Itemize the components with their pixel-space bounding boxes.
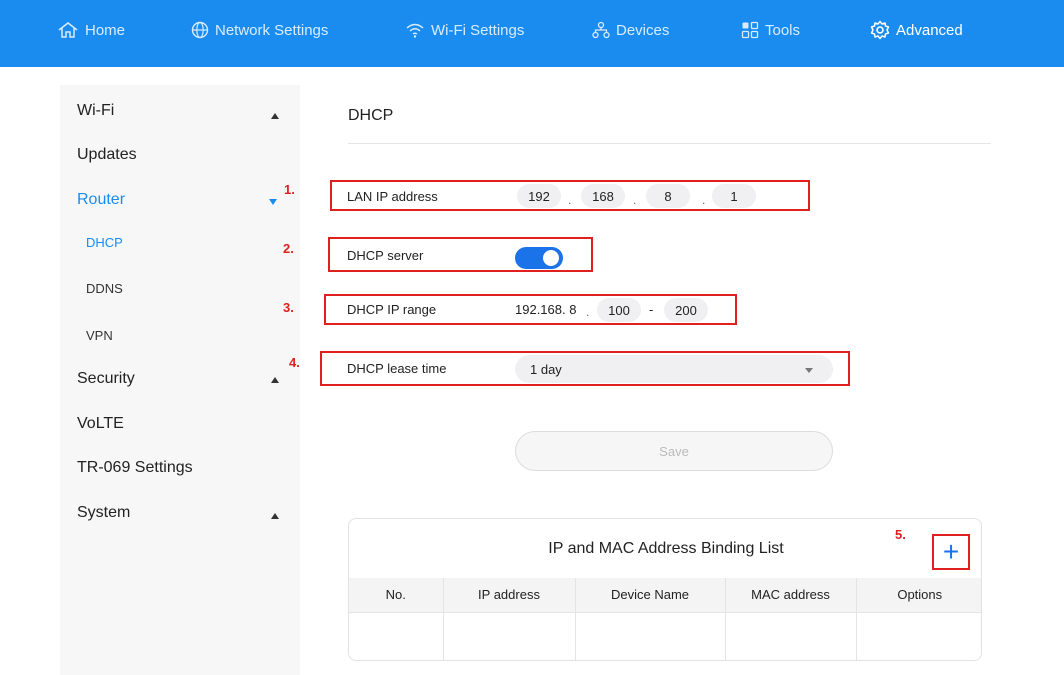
nav-devices-label: Devices — [616, 21, 670, 39]
top-nav-bar: Home Network Settings Wi-Fi Settings Dev… — [0, 0, 1064, 67]
lan-ip-label: LAN IP address — [347, 189, 438, 204]
sidebar-subitem-dhcp[interactable]: DHCP — [86, 235, 123, 250]
binding-table: No. IP address Device Name MAC address O… — [349, 578, 981, 660]
dhcp-server-label: DHCP server — [347, 248, 424, 263]
sidebar-item-tr069[interactable]: TR-069 Settings — [77, 459, 193, 477]
nav-advanced[interactable]: Advanced — [870, 0, 963, 60]
lan-ip-octet-4[interactable]: 1 — [712, 184, 756, 208]
dhcp-range-prefix: 192.168. 8 — [515, 302, 577, 317]
annotation-2: 2. — [283, 241, 294, 256]
save-button[interactable]: Save — [515, 431, 833, 471]
page-title: DHCP — [348, 107, 394, 124]
binding-list-title: IP and MAC Address Binding List — [548, 540, 784, 557]
nav-wifi-settings[interactable]: Wi-Fi Settings — [405, 0, 524, 60]
annotation-4: 4. — [289, 355, 300, 370]
annotation-3: 3. — [283, 300, 294, 315]
globe-icon — [191, 21, 209, 39]
nav-network-label: Network Settings — [215, 21, 329, 39]
table-header-row: No. IP address Device Name MAC address O… — [349, 578, 981, 612]
chevron-down-icon — [805, 368, 813, 373]
sidebar-subitem-vpn[interactable]: VPN — [86, 328, 113, 343]
col-device-name: Device Name — [574, 578, 725, 612]
nav-wifi-label: Wi-Fi Settings — [431, 21, 525, 39]
sidebar-item-system[interactable]: System — [77, 504, 130, 522]
lease-time-label: DHCP lease time — [347, 361, 447, 376]
sidebar-item-volte[interactable]: VoLTE — [77, 415, 124, 433]
col-ip-address: IP address — [442, 578, 575, 612]
annotation-1: 1. — [284, 182, 295, 197]
nav-home-label: Home — [85, 21, 126, 39]
nav-devices[interactable]: Devices — [592, 0, 669, 60]
nav-home[interactable]: Home — [57, 0, 125, 60]
binding-list-card: IP and MAC Address Binding List + No. IP… — [348, 518, 982, 661]
lan-ip-octet-1[interactable]: 192 — [517, 184, 561, 208]
sidebar-item-security[interactable]: Security — [77, 370, 135, 388]
range-separator: - — [649, 302, 654, 317]
col-options: Options — [855, 578, 981, 612]
col-no: No. — [349, 578, 443, 612]
chevron-up-icon[interactable] — [271, 113, 279, 119]
dhcp-range-end[interactable]: 200 — [664, 298, 708, 322]
lan-ip-octet-2[interactable]: 168 — [581, 184, 625, 208]
home-icon — [58, 22, 78, 38]
nav-network-settings[interactable]: Network Settings — [191, 0, 328, 60]
table-row-empty — [349, 611, 981, 660]
dhcp-server-toggle[interactable] — [515, 247, 563, 269]
tools-icon — [741, 21, 759, 39]
divider — [348, 143, 991, 144]
plus-icon: + — [942, 536, 960, 567]
sidebar: Wi-Fi Updates Router DHCP DDNS VPN Secur… — [60, 85, 300, 675]
lease-time-value: 1 day — [530, 361, 562, 377]
gear-icon — [870, 20, 890, 40]
wifi-icon — [406, 23, 424, 38]
chevron-up-icon[interactable] — [271, 513, 279, 519]
lan-ip-octet-3[interactable]: 8 — [646, 184, 690, 208]
col-mac-address: MAC address — [724, 578, 856, 612]
toggle-knob — [543, 250, 559, 266]
chevron-down-icon[interactable] — [269, 199, 277, 205]
devices-icon — [592, 21, 610, 39]
dhcp-range-label: DHCP IP range — [347, 302, 437, 317]
dhcp-range-start[interactable]: 100 — [597, 298, 641, 322]
sidebar-subitem-ddns[interactable]: DDNS — [86, 281, 123, 296]
chevron-up-icon[interactable] — [271, 377, 279, 383]
sidebar-item-wifi[interactable]: Wi-Fi — [77, 102, 114, 120]
lease-time-select[interactable]: 1 day — [515, 355, 833, 383]
sidebar-item-updates[interactable]: Updates — [77, 146, 137, 164]
nav-advanced-label: Advanced — [896, 21, 963, 39]
nav-tools-label: Tools — [765, 21, 801, 39]
nav-tools[interactable]: Tools — [741, 0, 800, 60]
sidebar-item-router[interactable]: Router — [77, 191, 125, 209]
add-binding-button[interactable]: + — [932, 534, 970, 570]
